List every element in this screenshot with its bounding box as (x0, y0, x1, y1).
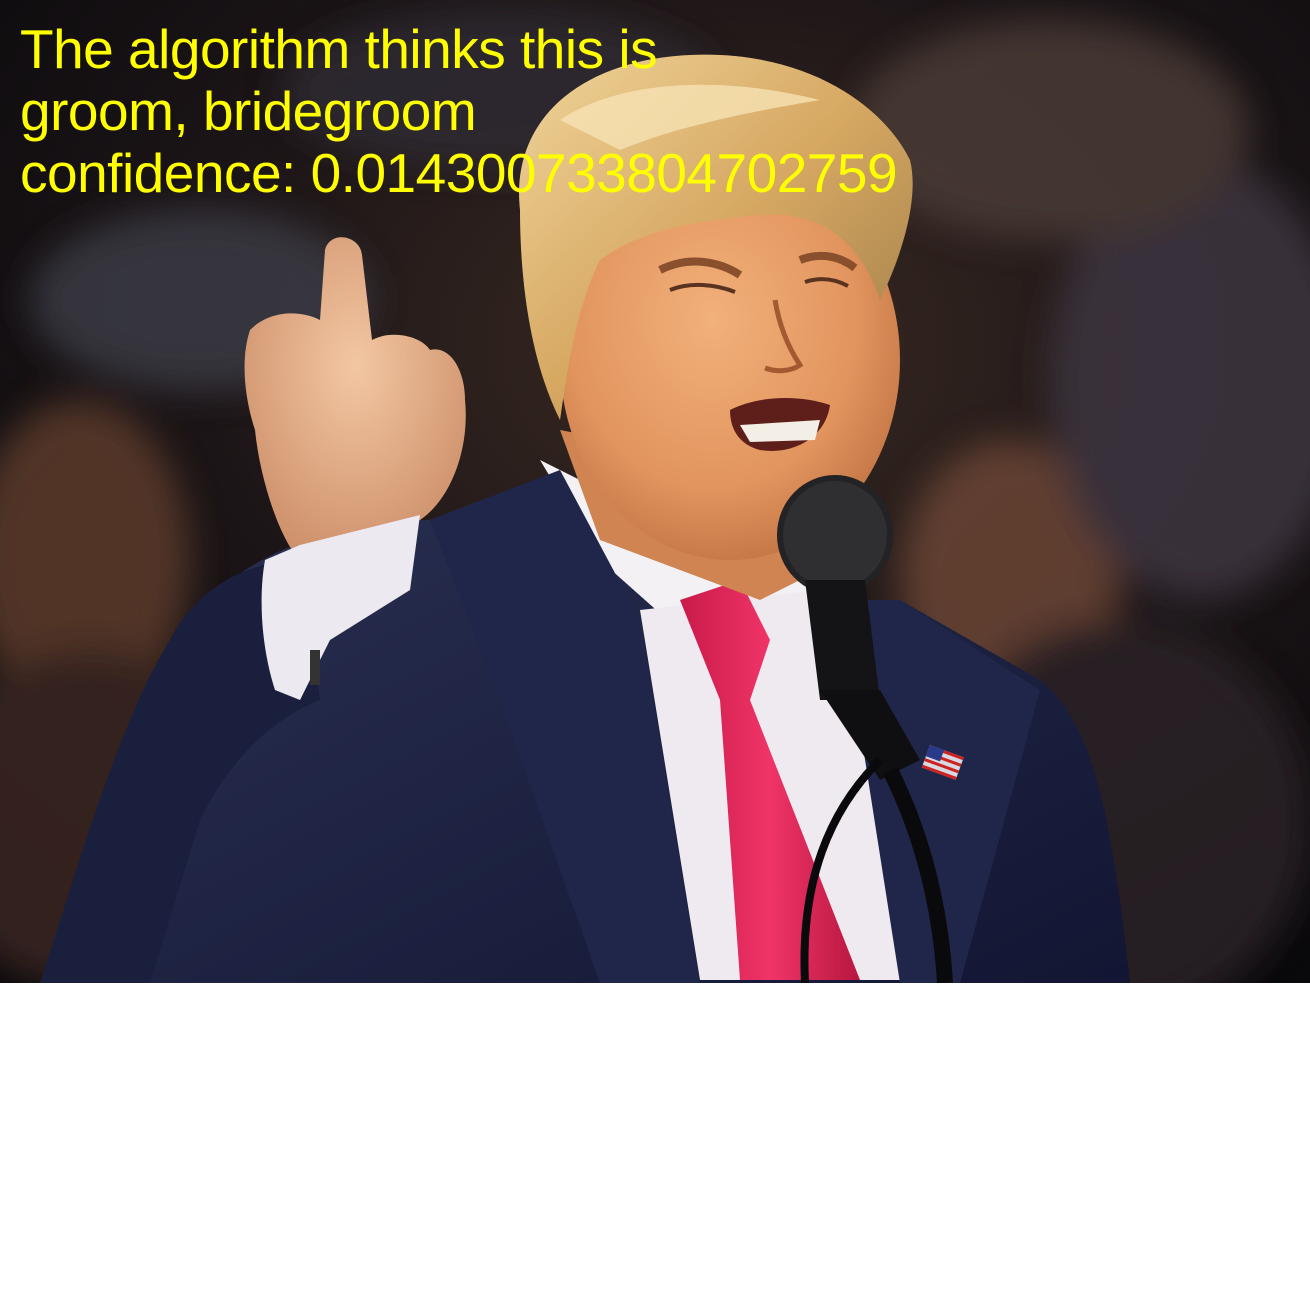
caption-line-label: groom, bridegroom (20, 80, 477, 142)
caption-line-title: The algorithm thinks this is (20, 18, 658, 80)
cufflink (310, 650, 320, 685)
caption-line-confidence: confidence: 0.014300733804702759 (20, 142, 898, 204)
blank-bottom-area (0, 983, 1310, 1310)
image-canvas: The algorithm thinks this is groom, brid… (0, 0, 1310, 1310)
classification-caption: The algorithm thinks this is groom, brid… (20, 18, 1290, 204)
